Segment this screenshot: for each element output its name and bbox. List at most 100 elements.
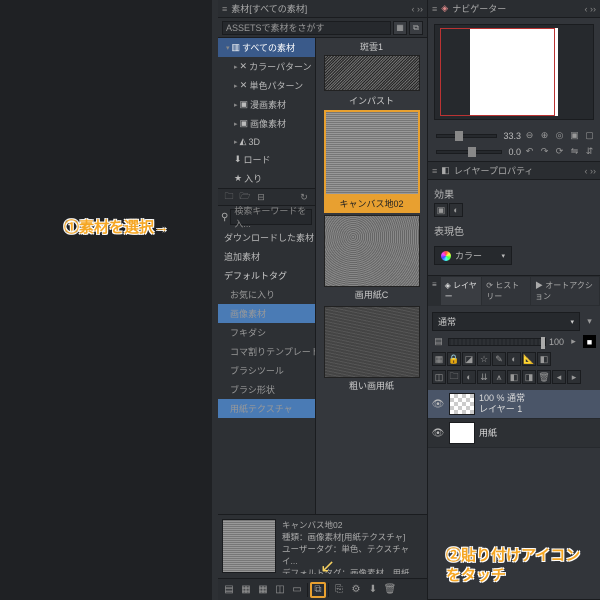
zoom-in-icon[interactable]: ⊕	[538, 129, 551, 142]
tag-icon[interactable]: ⊟	[254, 190, 268, 204]
tab-auto-action[interactable]: ▶ オートアクション	[531, 277, 599, 305]
next-layer-icon[interactable]: ▸	[567, 370, 581, 384]
new-correction-icon[interactable]: ◐	[462, 370, 476, 384]
tag-downloaded[interactable]: ダウンロードした素材	[218, 228, 315, 247]
fit-icon[interactable]: ◎	[553, 129, 566, 142]
navigator-viewport-frame[interactable]	[440, 28, 555, 116]
assets-search-input[interactable]: ASSETSで素材をさがす	[222, 21, 391, 35]
paste-material-icon[interactable]: ⧉	[310, 582, 326, 598]
color-mode-select[interactable]: カラー ▾	[434, 246, 512, 265]
opacity-slider[interactable]	[448, 338, 546, 346]
download-icon[interactable]: ⬇	[365, 582, 381, 598]
zoom-fit-icon[interactable]: ▢	[583, 129, 596, 142]
delete-layer-icon[interactable]: 🗑	[537, 370, 551, 384]
layer-color-icon[interactable]: ◧	[537, 352, 551, 366]
tree-item-3d[interactable]: ▸◭3D	[218, 133, 315, 150]
flip-v-icon[interactable]: ⇵	[583, 145, 596, 158]
tag-added[interactable]: 追加素材	[218, 247, 315, 266]
new-folder-icon[interactable]: 🗀	[447, 370, 461, 384]
tree-item-download[interactable]: ⬇ロード	[218, 150, 315, 169]
visibility-icon[interactable]: 👁	[431, 428, 445, 439]
apply-mask-icon[interactable]: ◨	[522, 370, 536, 384]
chevron-icon[interactable]: ‹ ››	[585, 4, 597, 14]
rotate-ccw-icon[interactable]: ↶	[523, 145, 536, 158]
tree-item-all[interactable]: ▾▥すべての素材	[218, 38, 315, 57]
assets-cart-icon[interactable]: ⧉	[409, 21, 423, 35]
zoom-100-icon[interactable]: ▣	[568, 129, 581, 142]
draft-icon[interactable]: ✎	[492, 352, 506, 366]
transfer-icon[interactable]: ⇊	[477, 370, 491, 384]
tag-brush-shape[interactable]: ブラシ形状	[218, 380, 315, 399]
view-large-icon[interactable]: ◫	[272, 582, 288, 598]
prev-layer-icon[interactable]: ◂	[552, 370, 566, 384]
effect-border-icon[interactable]: ▣	[434, 203, 448, 217]
tag-search-input[interactable]: 検索キーワードを入...	[230, 209, 312, 225]
clip-icon[interactable]: ◪	[462, 352, 476, 366]
navigator-preview[interactable]	[434, 24, 594, 120]
detail-user-tag: ユーザータグ：単色、テクスチャイ...	[282, 543, 423, 567]
tree-item-mono-pattern[interactable]: ▸✕単色パターン	[218, 76, 315, 95]
layer-menu-icon[interactable]: ▾	[583, 315, 596, 328]
tab-layer[interactable]: ◈ レイヤー	[441, 277, 482, 305]
material-property-icon[interactable]: ⚙	[348, 582, 364, 598]
flip-h-icon[interactable]: ⇋	[568, 145, 581, 158]
swatch-rough-paper[interactable]: 粗い画用紙	[324, 306, 420, 395]
folder-icon[interactable]: 🗀	[222, 190, 236, 204]
angle-slider[interactable]	[436, 150, 502, 154]
layer-color-icon[interactable]: ■	[583, 335, 596, 348]
tab-history[interactable]: ⟳ ヒストリー	[482, 277, 530, 305]
layer-row[interactable]: 👁 用紙	[428, 419, 600, 448]
tree-item-image[interactable]: ▸▣画像素材	[218, 114, 315, 133]
reset-angle-icon[interactable]: ⟳	[553, 145, 566, 158]
tag-koma-template[interactable]: コマ割りテンプレート	[218, 342, 315, 361]
delete-material-icon[interactable]: 🗑	[382, 582, 398, 598]
new-layer-icon[interactable]: ◫	[432, 370, 446, 384]
mask-icon[interactable]: ◐	[507, 352, 521, 366]
rotate-cw-icon[interactable]: ↷	[538, 145, 551, 158]
material-swatch-list: 斑雲1 インパスト キャンバス地02 画用紙C 粗い画用紙	[316, 38, 427, 514]
lock-icon[interactable]: 🔒	[447, 352, 461, 366]
zoom-value: 33.3	[503, 131, 521, 141]
blend-mode-select[interactable]: 通常▾	[432, 312, 580, 331]
chevron-icon[interactable]: ‹ ››	[585, 166, 597, 176]
lock-transparent-icon[interactable]: ▦	[432, 352, 446, 366]
tree-item-manga[interactable]: ▸▣漫画素材	[218, 95, 315, 114]
mask-create-icon[interactable]: ◧	[507, 370, 521, 384]
tag-default[interactable]: デフォルトタグ	[218, 266, 315, 285]
chevron-icon[interactable]: ‹ ››	[412, 4, 424, 14]
layer-row[interactable]: 👁 100 % 通常 レイヤー 1	[428, 390, 600, 419]
panel-menu-icon[interactable]: ≡	[432, 166, 437, 176]
swatch-canvas02[interactable]: キャンバス地02	[324, 110, 420, 213]
tag-paper-texture[interactable]: 用紙テクスチャ	[218, 399, 315, 418]
panel-menu-icon[interactable]: ≡	[222, 4, 227, 14]
tag-brush-tool[interactable]: ブラシツール	[218, 361, 315, 380]
panel-menu-icon[interactable]: ≡	[432, 4, 437, 14]
zoom-slider[interactable]	[436, 134, 497, 138]
swatch-paper-c[interactable]: 画用紙C	[324, 215, 420, 304]
save-material-icon[interactable]: ⎘	[331, 582, 347, 598]
visibility-icon[interactable]: 👁	[431, 399, 445, 410]
view-list-icon[interactable]: ▤	[221, 582, 237, 598]
merge-icon[interactable]: ⩚	[492, 370, 506, 384]
tag-favorite[interactable]: お気に入り	[218, 285, 315, 304]
effect-tone-icon[interactable]: ◐	[449, 203, 463, 217]
navigator-icon: ◈	[441, 3, 448, 14]
swatch-cloud[interactable]	[324, 55, 420, 91]
tag-fukidashi[interactable]: フキダシ	[218, 323, 315, 342]
view-medium-icon[interactable]: ▦	[255, 582, 271, 598]
zoom-out-icon[interactable]: ⊖	[523, 129, 536, 142]
folder-open-icon[interactable]: 🗁	[238, 190, 252, 204]
reference-icon[interactable]: ☆	[477, 352, 491, 366]
canvas-area[interactable]	[0, 0, 212, 600]
view-small-icon[interactable]: ▦	[238, 582, 254, 598]
options-icon[interactable]: ↻	[297, 190, 311, 204]
tag-image-material[interactable]: 画像素材	[218, 304, 315, 323]
expression-label: 表現色	[434, 223, 464, 238]
assets-filter-icon[interactable]: ▦	[393, 21, 407, 35]
opacity-stepper[interactable]: ▸	[567, 335, 580, 348]
panel-menu-icon[interactable]: ≡	[429, 277, 440, 305]
view-detail-icon[interactable]: ▭	[289, 582, 305, 598]
ruler-icon[interactable]: 📐	[522, 352, 536, 366]
tree-item-fav[interactable]: ★入り	[218, 169, 315, 188]
tree-item-color-pattern[interactable]: ▸✕カラーパターン	[218, 57, 315, 76]
